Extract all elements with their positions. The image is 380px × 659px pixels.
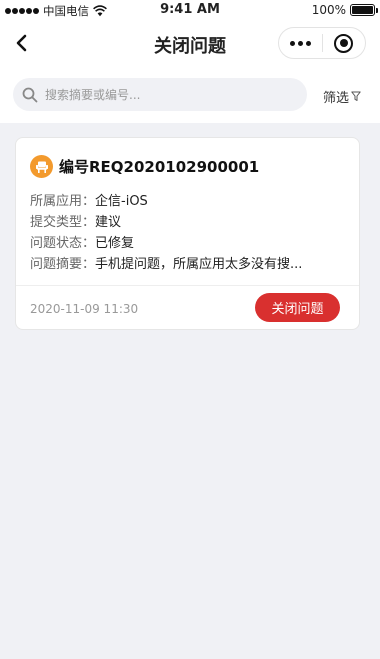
more-dots-icon <box>290 40 295 46</box>
issue-info: 所属应用：企信-iOS 提交类型：建议 问题状态：已修复 问题摘要：手机提问题，… <box>30 191 302 275</box>
card-divider <box>16 285 359 286</box>
issue-card[interactable]: 编号REQ2020102900001 所属应用：企信-iOS 提交类型：建议 问… <box>15 137 360 330</box>
search-icon <box>22 87 38 102</box>
search-area: 筛选 <box>0 66 380 123</box>
close-miniprogram-button[interactable] <box>323 28 365 58</box>
issue-number: 编号REQ2020102900001 <box>59 158 260 176</box>
funnel-icon <box>351 91 361 101</box>
field-summary: 问题摘要：手机提问题，所属应用太多没有搜... <box>30 254 302 275</box>
field-label: 所属应用： <box>30 194 96 209</box>
field-app: 所属应用：企信-iOS <box>30 191 302 212</box>
filter-button[interactable]: 筛选 <box>323 87 361 106</box>
more-button[interactable] <box>279 28 322 58</box>
miniprogram-capsule <box>278 27 366 59</box>
field-value: 手机提问题，所属应用太多没有搜... <box>95 257 303 272</box>
search-input[interactable] <box>45 87 275 102</box>
nav-bar: 关闭问题 <box>0 20 380 66</box>
field-value: 已修复 <box>95 236 135 251</box>
search-box[interactable] <box>13 78 307 111</box>
field-status: 问题状态：已修复 <box>30 233 302 254</box>
field-label: 问题摘要： <box>30 257 96 272</box>
issue-date: 2020-11-09 11:30 <box>30 302 139 316</box>
field-label: 提交类型： <box>30 215 96 230</box>
field-type: 提交类型：建议 <box>30 212 302 233</box>
status-right: 100% <box>311 3 378 17</box>
field-value: 建议 <box>95 215 122 230</box>
battery-icon <box>350 4 378 16</box>
status-bar: 中国电信 9:41 AM 100% <box>0 0 380 20</box>
battery-level <box>352 6 373 14</box>
battery-percent: 100% <box>311 3 346 17</box>
field-value: 企信-iOS <box>95 194 148 209</box>
card-header: 编号REQ2020102900001 <box>30 155 259 178</box>
target-circle-icon <box>334 33 354 53</box>
filter-label: 筛选 <box>322 91 349 106</box>
chair-icon <box>30 155 53 178</box>
close-issue-button[interactable]: 关闭问题 <box>255 293 340 322</box>
field-label: 问题状态： <box>30 236 96 251</box>
